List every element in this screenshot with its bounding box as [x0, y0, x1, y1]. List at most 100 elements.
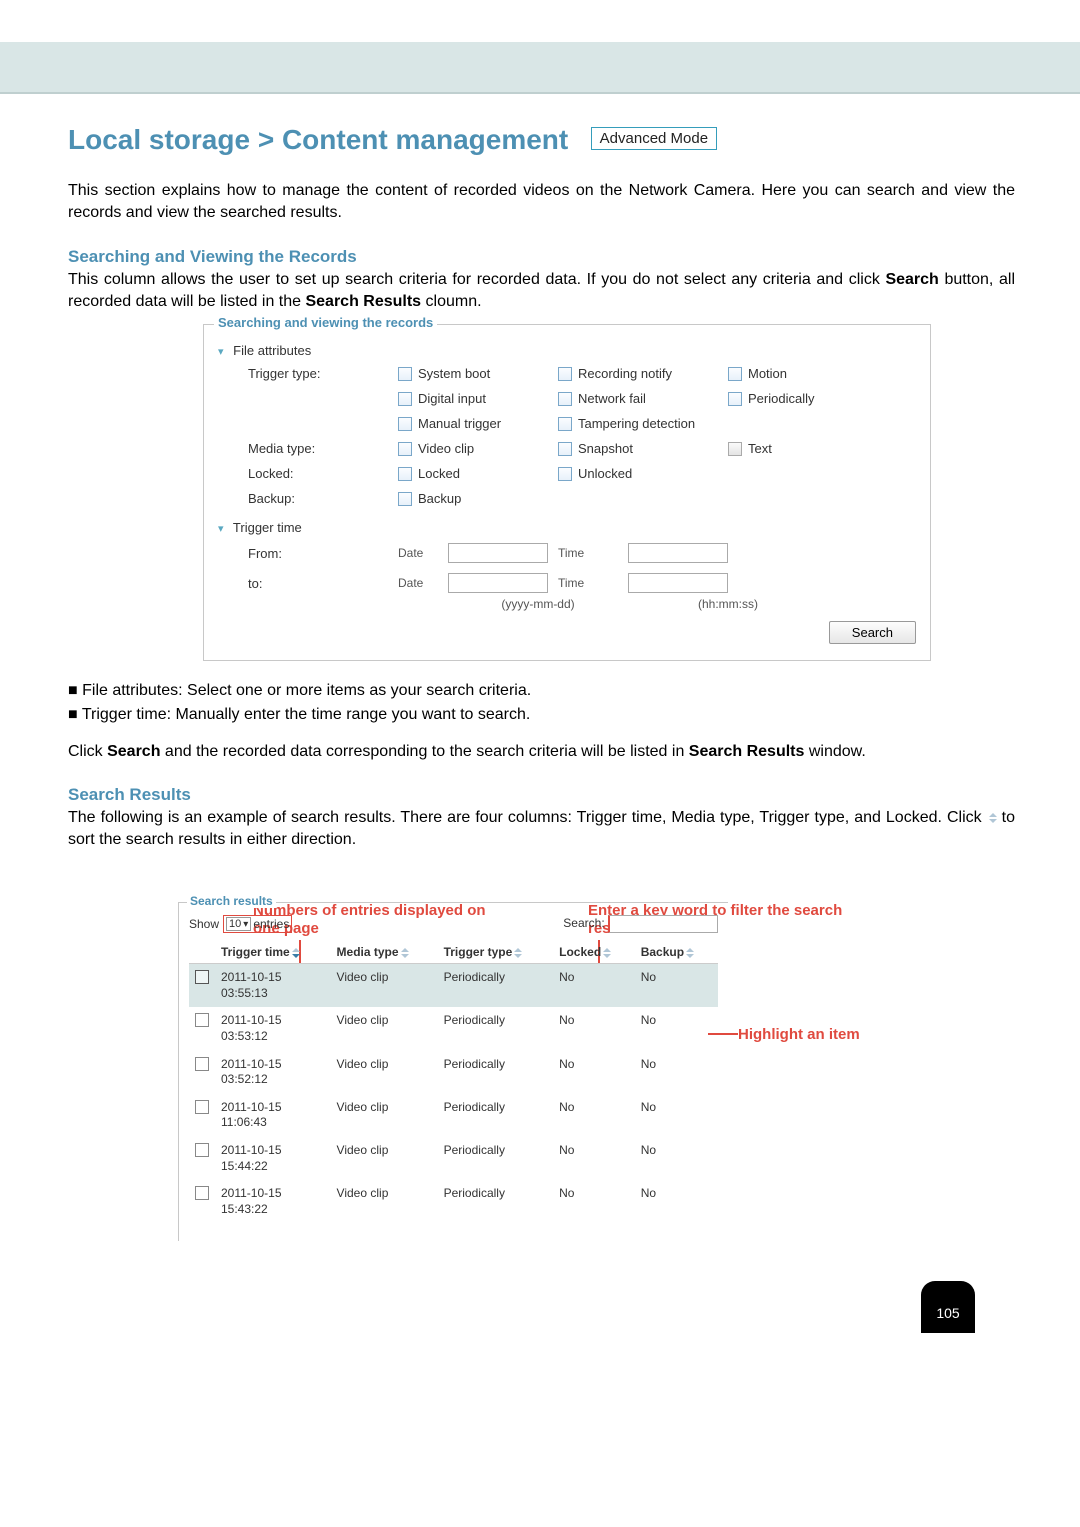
- time-label: Time: [558, 576, 628, 590]
- cell-backup: No: [635, 1051, 718, 1094]
- table-row[interactable]: 2011-10-1515:43:22Video clipPeriodically…: [189, 1180, 718, 1223]
- row-checkbox[interactable]: [195, 1186, 209, 1200]
- checkbox-video-clip[interactable]: Video clip: [398, 441, 558, 456]
- cell-locked: No: [553, 1051, 635, 1094]
- trigger-time-label-hdr: Trigger time: [233, 520, 302, 535]
- file-attributes-group[interactable]: ▾ File attributes: [218, 343, 916, 358]
- checkbox-periodically[interactable]: Periodically: [728, 391, 878, 406]
- cell-trigger-time: 2011-10-1511:06:43: [215, 1094, 331, 1137]
- checkbox-unlocked[interactable]: Unlocked: [558, 466, 728, 481]
- table-row[interactable]: 2011-10-1503:53:12Video clipPeriodically…: [189, 1007, 718, 1050]
- checkbox-network-fail[interactable]: Network fail: [558, 391, 728, 406]
- to-date-input[interactable]: [448, 573, 548, 593]
- cell-trigger-time: 2011-10-1503:55:13: [215, 964, 331, 1008]
- row-checkbox[interactable]: [195, 1057, 209, 1071]
- checkbox-system-boot[interactable]: System boot: [398, 366, 558, 381]
- from-date-input[interactable]: [448, 543, 548, 563]
- row-checkbox[interactable]: [195, 1013, 209, 1027]
- bullet-list: ■ File attributes: Select one or more it…: [68, 679, 1015, 727]
- entries-label: entries: [253, 917, 289, 931]
- col-backup[interactable]: Backup: [635, 941, 718, 964]
- bullet-file-attributes: File attributes: Select one or more item…: [82, 682, 531, 699]
- cell-backup: No: [635, 964, 718, 1008]
- checkbox-locked[interactable]: Locked: [398, 466, 558, 481]
- search-filter-label: Search:: [563, 916, 604, 930]
- search-button[interactable]: Search: [829, 621, 916, 644]
- after-search-text: Click Search and the recorded data corre…: [68, 741, 1015, 763]
- sort-icon: [514, 948, 522, 958]
- table-row[interactable]: 2011-10-1503:55:13Video clipPeriodically…: [189, 964, 718, 1008]
- cell-media-type: Video clip: [331, 1094, 438, 1137]
- checkbox-digital-input[interactable]: Digital input: [398, 391, 558, 406]
- bullet-trigger-time: Trigger time: Manually enter the time ra…: [82, 706, 531, 723]
- checkbox-recording-notify[interactable]: Recording notify: [558, 366, 728, 381]
- cell-locked: No: [553, 964, 635, 1008]
- sort-icon: [401, 948, 409, 958]
- cell-trigger-time: 2011-10-1503:53:12: [215, 1007, 331, 1050]
- cell-locked: No: [553, 1007, 635, 1050]
- cell-media-type: Video clip: [331, 964, 438, 1008]
- cell-trigger-type: Periodically: [438, 1137, 554, 1180]
- cell-backup: No: [635, 1094, 718, 1137]
- table-row[interactable]: 2011-10-1515:44:22Video clipPeriodically…: [189, 1137, 718, 1180]
- table-row[interactable]: 2011-10-1503:52:12Video clipPeriodically…: [189, 1051, 718, 1094]
- sort-icon: [603, 948, 611, 958]
- chevron-down-icon: ▾: [218, 523, 224, 535]
- intro-text: This section explains how to manage the …: [68, 180, 1015, 223]
- cell-trigger-time: 2011-10-1503:52:12: [215, 1051, 331, 1094]
- row-checkbox[interactable]: [195, 1100, 209, 1114]
- checkbox-backup[interactable]: Backup: [398, 491, 558, 506]
- page-header-bar: [0, 42, 1080, 94]
- col-media-type[interactable]: Media type: [331, 941, 438, 964]
- searching-section-title: Searching and Viewing the Records: [68, 247, 1015, 267]
- to-time-input[interactable]: [628, 573, 728, 593]
- search-criteria-panel: Searching and viewing the records ▾ File…: [203, 324, 931, 661]
- checkbox-manual-trigger[interactable]: Manual trigger: [398, 416, 558, 431]
- chevron-down-icon: ▾: [218, 346, 224, 358]
- cell-trigger-type: Periodically: [438, 1051, 554, 1094]
- cell-media-type: Video clip: [331, 1051, 438, 1094]
- entries-select[interactable]: 10 ▾: [226, 917, 251, 931]
- sort-icon: [989, 813, 997, 823]
- advanced-mode-badge: Advanced Mode: [591, 127, 717, 150]
- col-locked[interactable]: Locked: [553, 941, 635, 964]
- cell-media-type: Video clip: [331, 1007, 438, 1050]
- entries-select-wrap: 10 ▾ entries: [223, 915, 292, 933]
- checkbox-tampering[interactable]: Tampering detection: [558, 416, 728, 431]
- cell-backup: No: [635, 1137, 718, 1180]
- search-panel-legend: Searching and viewing the records: [214, 315, 437, 330]
- table-row[interactable]: 2011-10-1511:06:43Video clipPeriodically…: [189, 1094, 718, 1137]
- search-filter-input[interactable]: [608, 915, 718, 933]
- media-type-label: Media type:: [248, 441, 398, 456]
- cell-backup: No: [635, 1007, 718, 1050]
- checkbox-motion[interactable]: Motion: [728, 366, 878, 381]
- row-checkbox[interactable]: [195, 1143, 209, 1157]
- time-format-hint: (hh:mm:ss): [628, 597, 828, 611]
- col-trigger-time[interactable]: Trigger time: [215, 941, 331, 964]
- searching-section-desc: This column allows the user to set up se…: [68, 269, 1015, 312]
- show-label: Show: [189, 917, 219, 931]
- cell-media-type: Video clip: [331, 1137, 438, 1180]
- search-results-panel: Search results Show 10 ▾ entries Search:: [178, 902, 728, 1241]
- from-label: From:: [248, 546, 398, 561]
- cell-trigger-type: Periodically: [438, 1007, 554, 1050]
- row-checkbox[interactable]: [195, 970, 209, 984]
- dropdown-icon: ▾: [243, 919, 248, 930]
- cell-locked: No: [553, 1094, 635, 1137]
- date-format-hint: (yyyy-mm-dd): [448, 597, 628, 611]
- date-label: Date: [398, 576, 448, 590]
- annotation-highlight: Highlight an item: [738, 1026, 860, 1044]
- to-label: to:: [248, 576, 398, 591]
- trigger-time-group[interactable]: ▾ Trigger time: [218, 520, 916, 535]
- cell-trigger-time: 2011-10-1515:43:22: [215, 1180, 331, 1223]
- cell-trigger-type: Periodically: [438, 964, 554, 1008]
- page-number: 105: [921, 1281, 975, 1333]
- date-label: Date: [398, 546, 448, 560]
- results-panel-legend: Search results: [187, 894, 276, 908]
- col-trigger-type[interactable]: Trigger type: [438, 941, 554, 964]
- cell-media-type: Video clip: [331, 1180, 438, 1223]
- page-title: Local storage > Content management: [68, 124, 568, 156]
- checkbox-snapshot[interactable]: Snapshot: [558, 441, 728, 456]
- from-time-input[interactable]: [628, 543, 728, 563]
- checkbox-text[interactable]: Text: [728, 441, 878, 456]
